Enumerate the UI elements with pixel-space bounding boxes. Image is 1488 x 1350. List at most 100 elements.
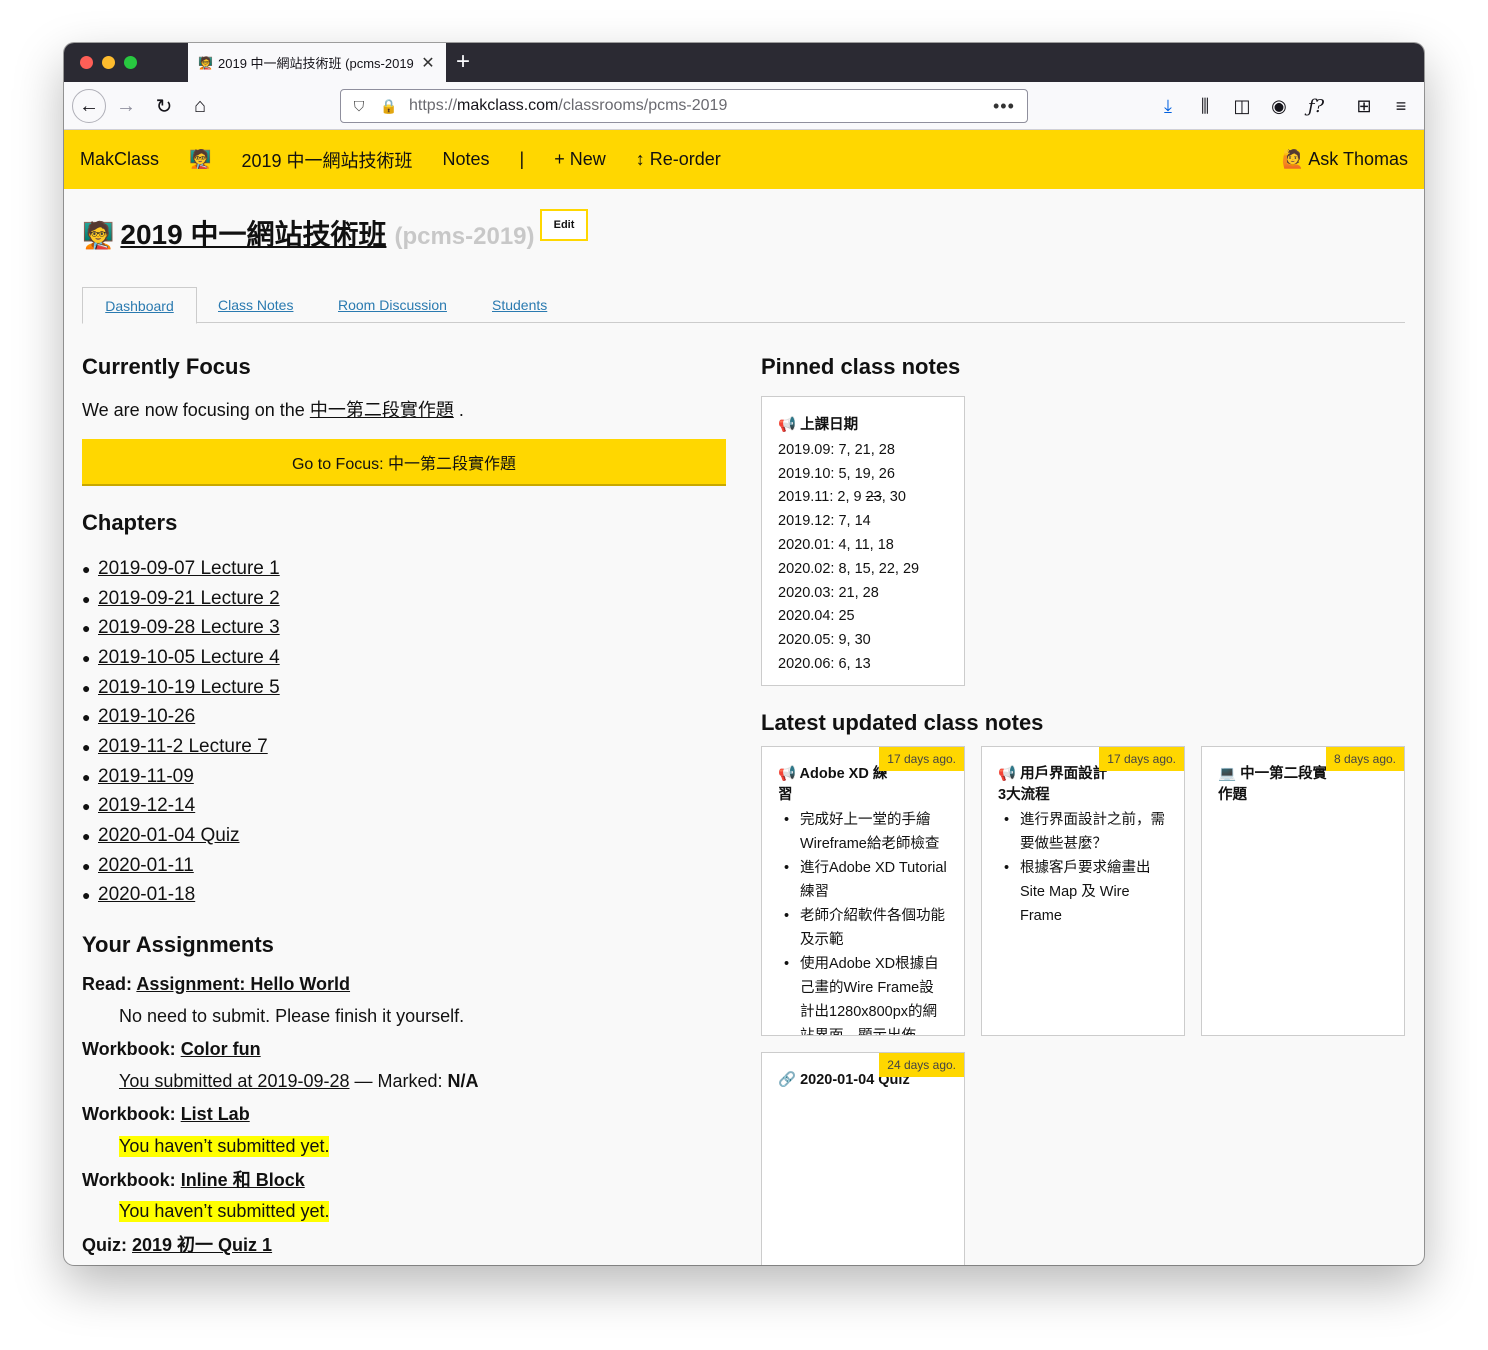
assignment-row: Workbook: List Lab xyxy=(82,1098,726,1130)
assignment-type: Read: xyxy=(82,973,133,994)
library-icon[interactable]: ⫼ xyxy=(1189,90,1221,122)
pinned-heading: Pinned class notes xyxy=(761,354,961,379)
assignment-link[interactable]: Inline 和 Block xyxy=(181,1170,305,1190)
chapter-link[interactable]: 2019-09-21 Lecture 2 xyxy=(98,588,280,610)
tab-room-discussion[interactable]: Room Discussion xyxy=(338,287,447,323)
class-link[interactable]: 2019 中一網站技術班 xyxy=(241,147,412,173)
tab-dashboard[interactable]: Dashboard xyxy=(82,287,197,324)
focus-link[interactable]: 中一第二段實作題 xyxy=(310,400,454,420)
note-card[interactable]: 17 days ago. 📢 Adobe XD 練習 完成好上一堂的手繪Wire… xyxy=(761,746,965,1036)
chapter-link[interactable]: 2019-11-09 xyxy=(98,766,194,788)
pinned-line: 2019.12: 7, 14 xyxy=(778,513,871,530)
close-window-button[interactable] xyxy=(80,56,93,69)
url-text[interactable]: https://makclass.com/classrooms/pcms-201… xyxy=(409,97,993,115)
chapter-link[interactable]: 2019-11-2 Lecture 7 xyxy=(98,736,268,758)
home-icon[interactable]: ⌂ xyxy=(184,90,216,122)
assignment-link[interactable]: 2019 初一 Quiz 1 xyxy=(132,1235,272,1255)
chapter-link[interactable]: 2020-01-04 Quiz xyxy=(98,825,240,847)
site-header: MakClass 🧑‍🏫 2019 中一網站技術班 Notes | + New … xyxy=(64,130,1424,189)
chapter-link[interactable]: 2020-01-18 xyxy=(98,884,195,906)
lock-icon[interactable]: 🔒 xyxy=(377,98,401,115)
tab-strip: 🧑‍🏫 2019 中一網站技術班 (pcms-2019 ✕ + xyxy=(64,43,1424,82)
list-item: ● 2019-10-19 Lecture 5 xyxy=(82,673,726,703)
note-age-badge: 17 days ago. xyxy=(879,747,964,771)
pinned-note-title: 📢 上課日期 xyxy=(778,417,859,433)
extensions-icon[interactable]: ⊞ xyxy=(1348,90,1380,122)
chapter-link[interactable]: 2020-01-11 xyxy=(98,855,194,877)
chapter-link[interactable]: 2019-10-05 Lecture 4 xyxy=(98,647,280,669)
assignment-status: You haven’t submitted yet. xyxy=(82,1195,726,1228)
teacher-icon: 🧑‍🏫 xyxy=(82,220,115,250)
assignment-label: Workbook: List Lab xyxy=(82,1104,250,1125)
assignment-status: You haven’t submitted yet. xyxy=(82,1130,726,1163)
tab-title: 2019 中一網站技術班 (pcms-2019 xyxy=(218,56,414,71)
class-icon: 🧑‍🏫 xyxy=(189,149,212,169)
reorder-link[interactable]: ↕ Re-order xyxy=(636,149,721,170)
chapters-list: ● 2019-09-07 Lecture 1 ● 2019-09-21 Lectur… xyxy=(82,554,726,910)
tab-class-notes[interactable]: Class Notes xyxy=(218,287,293,323)
downloads-icon[interactable]: ⤓ xyxy=(1152,90,1184,122)
bullet: ● xyxy=(82,649,91,666)
focus-prefix: We are now focusing on the xyxy=(82,400,305,420)
list-item: ● 2020-01-11 xyxy=(82,851,726,881)
url-path: /classrooms/pcms-2019 xyxy=(558,97,728,114)
note-card[interactable]: 24 days ago. 🔗 2020-01-04 Quiz xyxy=(761,1052,965,1265)
maximize-window-button[interactable] xyxy=(124,56,137,69)
bullet: ● xyxy=(82,620,91,637)
url-bar[interactable]: ⛉ 🔒 https://makclass.com/classrooms/pcms… xyxy=(340,89,1028,123)
sidebar-icon[interactable]: ◫ xyxy=(1226,90,1258,122)
assignment-status: You submitted at 2019-09-28 — Marked: N/… xyxy=(82,1065,726,1098)
pinned-note-card[interactable]: 📢 上課日期 2019.09: 7, 21, 28 2019.10: 5, 19… xyxy=(761,396,965,686)
note-card[interactable]: 17 days ago. 📢 用戶界面設計 3大流程 進行界面設計之前，需要做些… xyxy=(981,746,1185,1036)
chapter-link[interactable]: 2019-10-26 xyxy=(98,706,195,728)
notes-link[interactable]: Notes xyxy=(442,149,489,170)
bullet: ● xyxy=(82,857,91,874)
assignment-row: Quiz: 2019 初一 Quiz 1 xyxy=(82,1228,726,1260)
browser-window: 🧑‍🏫 2019 中一網站技術班 (pcms-2019 ✕ + ← → ↻ ⌂ … xyxy=(64,43,1424,1265)
chapter-link[interactable]: 2019-09-07 Lecture 1 xyxy=(98,558,280,580)
account-icon[interactable]: ◉ xyxy=(1263,90,1295,122)
bullet: ● xyxy=(82,709,91,726)
assignment-type: Quiz: xyxy=(82,1235,127,1256)
right-column: Pinned class notes 📢 上課日期 2019.09: 7, 21… xyxy=(761,354,1406,1265)
reload-icon[interactable]: ↻ xyxy=(148,90,180,122)
page-actions-icon[interactable]: ••• xyxy=(993,96,1027,117)
tab-students[interactable]: Students xyxy=(492,287,547,323)
focus-suffix: . xyxy=(458,400,464,420)
edit-button[interactable]: Edit xyxy=(540,209,588,241)
assignment-link[interactable]: List Lab xyxy=(181,1104,250,1124)
chapter-link[interactable]: 2019-10-19 Lecture 5 xyxy=(98,677,280,699)
formula-icon[interactable]: ƒ? xyxy=(1300,90,1332,122)
submission-link[interactable]: You submitted at 2019-09-28 xyxy=(119,1071,350,1092)
forward-icon[interactable]: → xyxy=(110,90,142,122)
note-title: 📢 用戶界面設計 3大流程 xyxy=(998,766,1108,803)
note-card[interactable]: 8 days ago. 💻 中一第二段實作題 xyxy=(1201,746,1405,1036)
new-tab-icon[interactable]: + xyxy=(456,49,470,75)
status-text: You haven’t submitted yet. xyxy=(119,1136,330,1158)
back-icon[interactable]: ← xyxy=(72,89,106,123)
browser-tab[interactable]: 🧑‍🏫 2019 中一網站技術班 (pcms-2019 ✕ xyxy=(188,43,446,82)
ask-teacher-link[interactable]: 🙋 Ask Thomas xyxy=(1282,149,1408,170)
chapter-link[interactable]: 2019-09-28 Lecture 3 xyxy=(98,617,280,639)
minimize-window-button[interactable] xyxy=(102,56,115,69)
close-tab-icon[interactable]: ✕ xyxy=(420,53,436,73)
classroom-title-link[interactable]: 2019 中一網站技術班 xyxy=(120,213,386,253)
assignments-heading: Your Assignments xyxy=(82,932,274,958)
brand-link[interactable]: MakClass xyxy=(80,149,159,170)
assignment-row: Workbook: Color fun xyxy=(82,1033,726,1065)
assignment-link[interactable]: Color fun xyxy=(181,1039,261,1059)
chapter-link[interactable]: 2019-12-14 xyxy=(98,795,195,817)
focus-text: We are now focusing on the 中一第二段實作題 . xyxy=(82,396,726,422)
assignment-type: Workbook: xyxy=(82,1170,176,1191)
list-item: ● 2020-01-18 xyxy=(82,881,726,911)
go-to-focus-button[interactable]: Go to Focus: 中一第二段實作題 xyxy=(82,439,726,486)
menu-icon[interactable]: ≡ xyxy=(1385,90,1417,122)
new-link[interactable]: + New xyxy=(554,149,606,170)
focus-heading: Currently Focus xyxy=(82,354,251,379)
pinned-line: 2019.10: 5, 19, 26 xyxy=(778,465,895,482)
bullet: ● xyxy=(82,560,91,577)
note-title: 📢 Adobe XD 練習 xyxy=(778,766,888,803)
shield-icon[interactable]: ⛉ xyxy=(347,98,371,115)
assignment-row: Read: Assignment: Hello World xyxy=(82,968,726,1000)
assignment-link[interactable]: Assignment: Hello World xyxy=(136,974,350,994)
